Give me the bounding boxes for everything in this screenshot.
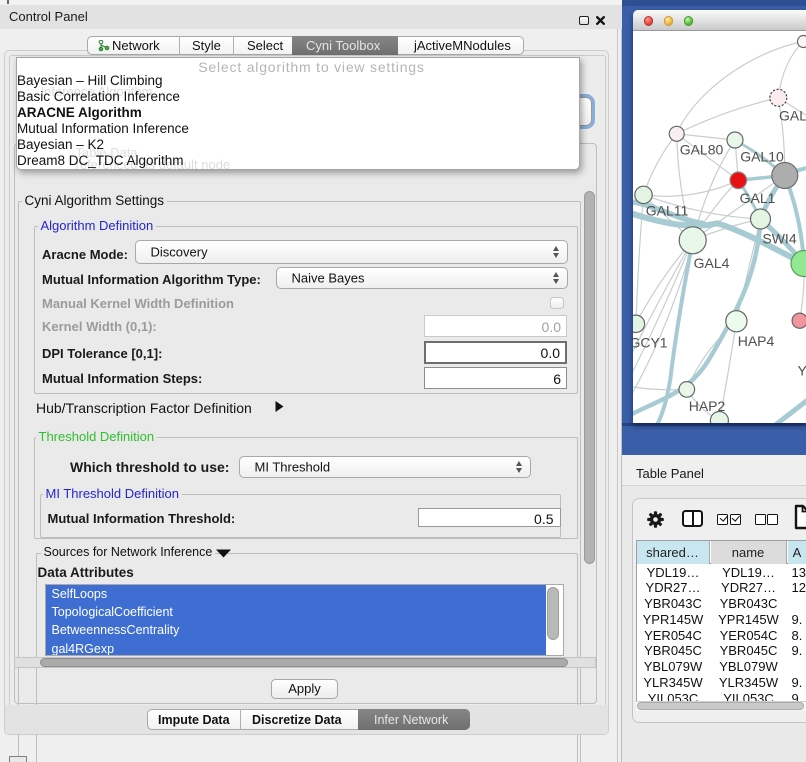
svg-text:GAL11: GAL11 bbox=[646, 203, 689, 219]
svg-text:GAL80: GAL80 bbox=[680, 142, 724, 158]
svg-text:GAL10: GAL10 bbox=[740, 149, 784, 165]
svg-text:GAL7: GAL7 bbox=[779, 108, 806, 124]
svg-text:HAP4: HAP4 bbox=[738, 333, 775, 349]
svg-text:YBR…: YBR… bbox=[798, 363, 806, 379]
svg-text:GAL1: GAL1 bbox=[740, 190, 776, 206]
svg-text:SWI4: SWI4 bbox=[762, 231, 796, 247]
svg-text:GAL4: GAL4 bbox=[694, 255, 730, 271]
svg-text:GCY1: GCY1 bbox=[633, 335, 668, 351]
svg-text:HAP2: HAP2 bbox=[689, 398, 726, 414]
